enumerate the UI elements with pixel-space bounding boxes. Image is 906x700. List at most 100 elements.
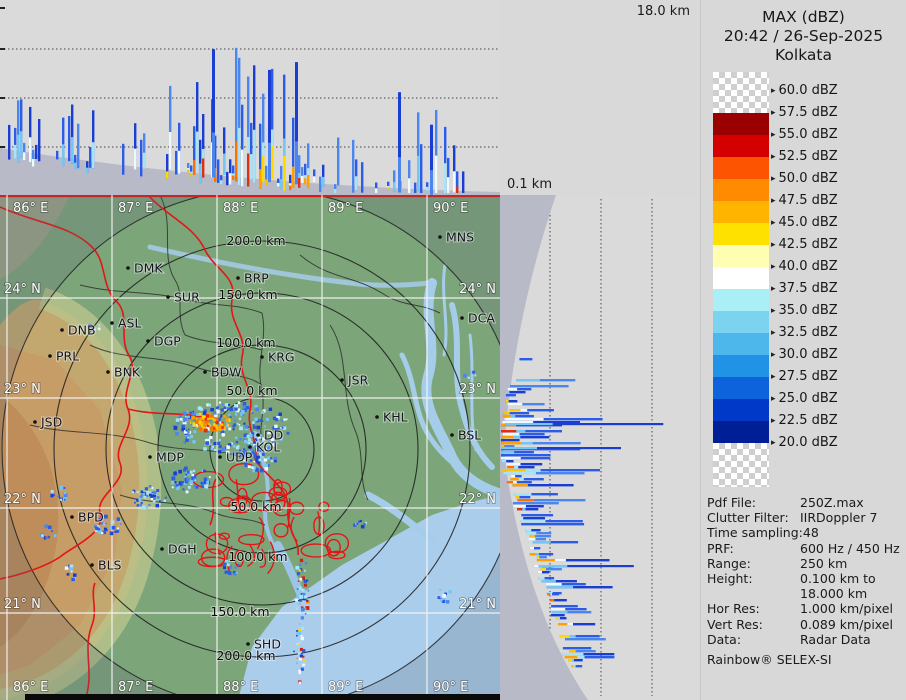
dbz-scale-label: ▸ 45.0 dBZ — [771, 215, 838, 230]
scale-arrow-icon: ▸ — [771, 86, 776, 96]
colorbar-swatch — [713, 179, 769, 201]
scale-arrow-icon: ▸ — [771, 306, 776, 316]
city-label: KOL — [256, 440, 280, 455]
scale-arrow-icon: ▸ — [771, 372, 776, 382]
info-row: Vert Res: 0.089 km/pixel — [707, 617, 903, 632]
dbz-scale-label: ▸ 27.5 dBZ — [771, 369, 838, 384]
scale-arrow-icon: ▸ — [771, 240, 776, 250]
colorbar-swatch — [713, 113, 769, 135]
city-marker-dot — [460, 316, 464, 320]
info-row: Height: 0.100 km to — [707, 571, 903, 586]
latitude-label-left: 24° N — [4, 282, 41, 297]
colorbar-swatch — [713, 311, 769, 333]
colorbar-swatch — [713, 267, 769, 289]
colorbar-swatch — [713, 377, 769, 399]
legend-panel: MAX (dBZ) 20:42 / 26-Sep-2025 Kolkata ▸ 6… — [700, 0, 906, 700]
radar-info: Pdf File: 250Z.max Clutter Filter: IIRDoppl… — [707, 495, 903, 667]
info-value: 48 — [802, 525, 819, 541]
longitude-label-bottom: 87° E — [118, 680, 153, 695]
dbz-scale-label: ▸ 55.0 dBZ — [771, 127, 838, 142]
colorbar-swatch — [713, 157, 769, 179]
city-marker-dot — [340, 378, 344, 382]
colorbar-transparent-swatch — [713, 72, 769, 113]
scale-arrow-icon: ▸ — [771, 130, 776, 140]
radar-map: 86° E 86° E 87° E 87° E 88° E 88° E 89° E 89° E… — [0, 195, 500, 700]
city-marker-dot — [166, 295, 170, 299]
info-row: Time sampling: 48 — [707, 525, 903, 540]
info-row: Range: 250 km — [707, 556, 903, 571]
city-marker-dot — [218, 455, 222, 459]
city-label: KRG — [268, 350, 295, 365]
info-label: Time sampling: — [707, 525, 803, 541]
scale-arrow-icon: ▸ — [771, 328, 776, 338]
city-marker-dot — [33, 420, 37, 424]
scale-arrow-icon: ▸ — [771, 152, 776, 162]
city-label: BDW — [211, 365, 242, 380]
info-value: Radar Data — [800, 631, 871, 647]
scan-datetime: 20:42 / 26-Sep-2025 — [723, 27, 884, 45]
city-marker-dot — [110, 321, 114, 325]
city-label: UDP — [226, 450, 253, 465]
latitude-label-left: 23° N — [4, 382, 41, 397]
product-title: MAX (dBZ) — [762, 8, 845, 26]
scale-arrow-icon: ▸ — [771, 284, 776, 294]
info-label: Data: — [707, 631, 742, 647]
city-marker-dot — [450, 433, 454, 437]
dbz-scale-label: ▸ 40.0 dBZ — [771, 259, 838, 274]
scale-arrow-icon: ▸ — [771, 174, 776, 184]
latitude-label-right: 22° N — [459, 492, 496, 507]
axis-corner-panel: 18.0 km 0.1 km — [500, 0, 700, 195]
city-marker-dot — [70, 515, 74, 519]
dbz-scale-label: ▸ 60.0 dBZ — [771, 83, 838, 98]
city-marker-dot — [126, 266, 130, 270]
city-marker-dot — [246, 642, 250, 646]
city-marker-dot — [48, 354, 52, 358]
longitude-label-bottom: 90° E — [433, 680, 468, 695]
city-marker-dot — [160, 547, 164, 551]
city-marker-dot — [438, 235, 442, 239]
station-name: Kolkata — [775, 46, 832, 64]
colorbar-swatch — [713, 289, 769, 311]
info-value: 1.000 km/pixel — [800, 601, 893, 617]
dbz-colorbar — [713, 72, 769, 487]
colorbar-swatch — [713, 399, 769, 421]
longitude-label-top: 88° E — [223, 201, 258, 216]
scale-arrow-icon: ▸ — [771, 108, 776, 118]
city-marker-dot — [148, 455, 152, 459]
range-ring-label: 50.0 km — [226, 383, 277, 398]
city-label: BLS — [98, 558, 122, 573]
city-marker-dot — [236, 276, 240, 280]
info-row: 18.000 km — [707, 586, 903, 601]
colorbar-swatch — [713, 421, 769, 443]
colorbar-swatch — [713, 223, 769, 245]
info-label: Clutter Filter: — [707, 510, 789, 526]
info-row: Hor Res: 1.000 km/pixel — [707, 601, 903, 616]
scale-arrow-icon: ▸ — [771, 416, 776, 426]
info-row: Clutter Filter: IIRDoppler 7 — [707, 510, 903, 525]
longitude-label-bottom: 88° E — [223, 680, 258, 695]
city-label: BRP — [244, 271, 269, 286]
colorbar-swatch — [713, 201, 769, 223]
city-label: BNK — [114, 365, 141, 380]
dbz-scale-label: ▸ 20.0 dBZ — [771, 435, 838, 450]
info-value: 250 km — [800, 555, 848, 571]
city-label: BPD — [78, 510, 104, 525]
city-label: SHD — [254, 637, 281, 652]
dbz-scale-label: ▸ 25.0 dBZ — [771, 391, 838, 406]
scale-arrow-icon: ▸ — [771, 196, 776, 206]
dbz-scale-label: ▸ 22.5 dBZ — [771, 413, 838, 428]
dbz-scale-label: ▸ 32.5 dBZ — [771, 325, 838, 340]
dbz-scale-label: ▸ 50.0 dBZ — [771, 171, 838, 186]
radar-map-panel: 86° E 86° E 87° E 87° E 88° E 88° E 89° E 89° E… — [0, 195, 500, 700]
radar-application-window: 18.0 km 0.1 km 86° E 86° E 87° E 87° E 8… — [0, 0, 906, 700]
info-value: 0.089 km/pixel — [800, 616, 893, 632]
scale-arrow-icon: ▸ — [771, 394, 776, 404]
city-marker-dot — [90, 563, 94, 567]
city-label: DMK — [134, 261, 163, 276]
latitude-label-right: 21° N — [459, 597, 496, 612]
colorbar-swatch — [713, 355, 769, 377]
info-label: Pdf File: — [707, 495, 756, 510]
legend-title-block: MAX (dBZ) 20:42 / 26-Sep-2025 Kolkata — [701, 8, 906, 65]
scale-arrow-icon: ▸ — [771, 262, 776, 272]
longitude-label-top: 90° E — [433, 201, 468, 216]
